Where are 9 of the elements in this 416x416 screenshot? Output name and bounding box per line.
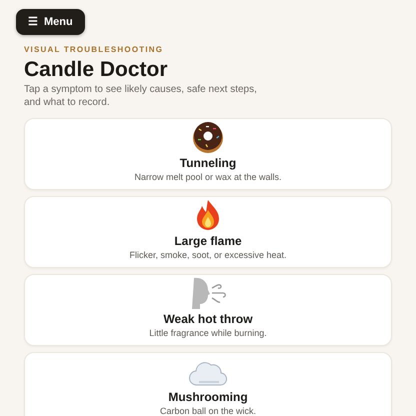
- page-subtitle: Tap a symptom to see likely causes, safe next steps, and what to record.: [24, 83, 258, 109]
- donut-icon: [191, 120, 225, 154]
- menu-button[interactable]: ☰ Menu: [16, 9, 85, 35]
- section-eyebrow: VISUAL TROUBLESHOOTING: [24, 44, 164, 56]
- symptom-card[interactable]: Mushrooming Carbon ball on the wick.: [24, 352, 392, 416]
- symptom-card[interactable]: Weak hot throw Little fragrance while burning.: [24, 274, 392, 346]
- symptom-card[interactable]: Large flame Flicker, smoke, soot, or excessive heat.: [24, 196, 392, 268]
- page-title: Candle Doctor: [24, 57, 169, 83]
- symptom-card[interactable]: Tunneling Narrow melt pool or wax at the walls.: [24, 118, 392, 190]
